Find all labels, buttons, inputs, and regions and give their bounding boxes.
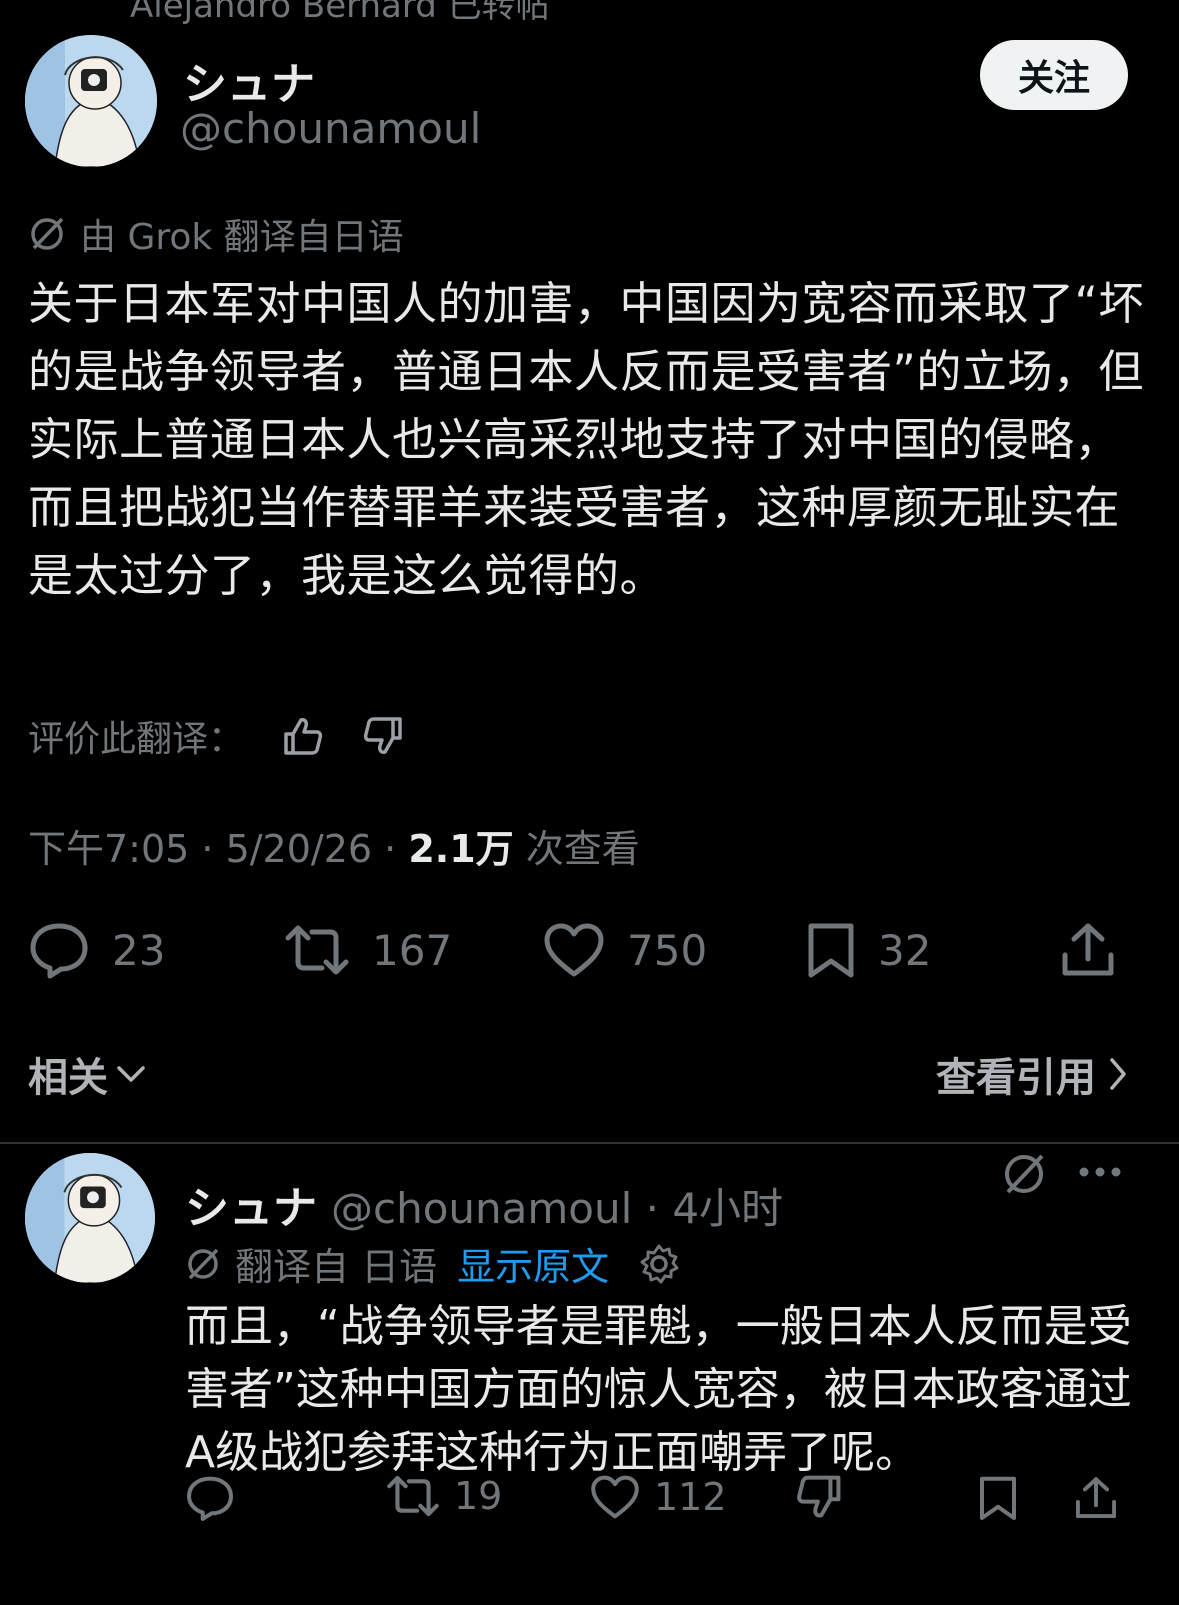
translation-note: 由 Grok 翻译自日语 bbox=[28, 208, 404, 260]
reply-avatar[interactable] bbox=[25, 1153, 155, 1283]
rate-translation-label: 评价此翻译： bbox=[28, 719, 245, 760]
reply-bookmark-button[interactable] bbox=[978, 1474, 1018, 1522]
reply-text: 而且，“战争领导者是罪魁，一般日本人反而是受害者”这种中国方面的惊人宽容，被日本… bbox=[185, 1301, 1132, 1478]
chevron-right-icon bbox=[1110, 1058, 1126, 1090]
reply-like-button[interactable]: 112 bbox=[590, 1474, 727, 1520]
reply-count: 23 bbox=[112, 925, 166, 975]
view-quotes-label: 查看引用 bbox=[936, 1055, 1096, 1101]
share-icon bbox=[1075, 1477, 1117, 1519]
repost-count: 167 bbox=[372, 925, 453, 975]
rate-translation: 评价此翻译： bbox=[28, 710, 404, 762]
share-button[interactable] bbox=[1060, 921, 1116, 979]
reply-reply-button[interactable] bbox=[185, 1474, 235, 1522]
reposted-by-text: Alejandro Bernard 已转帖 bbox=[130, 0, 550, 26]
repost-icon bbox=[285, 925, 349, 975]
no-translate-icon[interactable] bbox=[1000, 1150, 1048, 1198]
bookmark-icon bbox=[980, 1476, 1016, 1520]
reply-header: シュナ @chounamoul · 4小时 bbox=[185, 1172, 783, 1236]
display-name[interactable]: シュナ bbox=[183, 48, 315, 112]
related-toggle[interactable]: 相关 bbox=[28, 1045, 146, 1103]
bookmark-button[interactable]: 32 bbox=[806, 921, 931, 979]
thumbs-down-icon bbox=[797, 1475, 841, 1518]
thumbs-up-icon[interactable] bbox=[282, 716, 324, 756]
reply-handle-time[interactable]: @chounamoul · 4小时 bbox=[331, 1175, 783, 1236]
post-meta: 下午7:05 · 5/20/26 · 2.1万 次查看 bbox=[28, 818, 640, 873]
repost-icon bbox=[387, 1475, 439, 1517]
reply-icon bbox=[30, 923, 88, 979]
reply-display-name[interactable]: シュナ bbox=[185, 1172, 317, 1236]
thumbs-down-icon[interactable] bbox=[362, 716, 404, 756]
reply-icon bbox=[187, 1476, 233, 1521]
post-time[interactable]: 下午7:05 · 5/20/26 · bbox=[28, 827, 408, 871]
reply-repost-button[interactable]: 19 bbox=[386, 1474, 502, 1518]
like-icon bbox=[544, 923, 604, 977]
reply-like-count: 112 bbox=[654, 1475, 727, 1519]
bookmark-count: 32 bbox=[878, 925, 932, 975]
no-translate-icon bbox=[31, 217, 64, 250]
translation-note-text: 由 Grok 翻译自日语 bbox=[80, 217, 404, 258]
translated-from-label: 翻译自 日语 bbox=[235, 1245, 438, 1289]
chevron-down-icon bbox=[117, 1066, 145, 1082]
reply-dislike-button[interactable] bbox=[795, 1474, 843, 1520]
gear-icon[interactable] bbox=[637, 1242, 681, 1286]
user-handle[interactable]: @chounamoul bbox=[180, 104, 481, 153]
like-count: 750 bbox=[627, 925, 708, 975]
like-icon bbox=[591, 1475, 639, 1519]
show-original-link[interactable]: 显示原文 bbox=[457, 1236, 609, 1291]
section-divider bbox=[0, 1142, 1179, 1144]
post-text: 关于日本军对中国人的加害，中国因为宽容而采取了“坏的是战争领导者，普通日本人反而… bbox=[28, 277, 1144, 602]
views-count: 2.1万 bbox=[408, 827, 514, 871]
reply-translation-bar: 翻译自 日语 显示原文 bbox=[185, 1236, 681, 1291]
share-icon bbox=[1062, 923, 1114, 976]
reply-repost-count: 19 bbox=[454, 1474, 503, 1518]
more-icon[interactable] bbox=[1076, 1162, 1124, 1182]
reply-action-bar: 19 112 bbox=[0, 1474, 1179, 1534]
like-button[interactable]: 750 bbox=[543, 922, 707, 978]
related-label: 相关 bbox=[28, 1055, 108, 1101]
views-label: 次查看 bbox=[513, 827, 640, 871]
reply-button[interactable]: 23 bbox=[28, 921, 165, 979]
bookmark-icon bbox=[808, 923, 854, 978]
action-bar: 23 167 750 32 bbox=[0, 915, 1179, 985]
follow-button[interactable]: 关注 bbox=[980, 40, 1128, 110]
avatar[interactable] bbox=[25, 35, 157, 167]
view-quotes-link[interactable]: 查看引用 bbox=[936, 1045, 1128, 1103]
repost-button[interactable]: 167 bbox=[284, 924, 452, 976]
no-translate-icon bbox=[188, 1248, 219, 1279]
reply-share-button[interactable] bbox=[1074, 1474, 1118, 1522]
